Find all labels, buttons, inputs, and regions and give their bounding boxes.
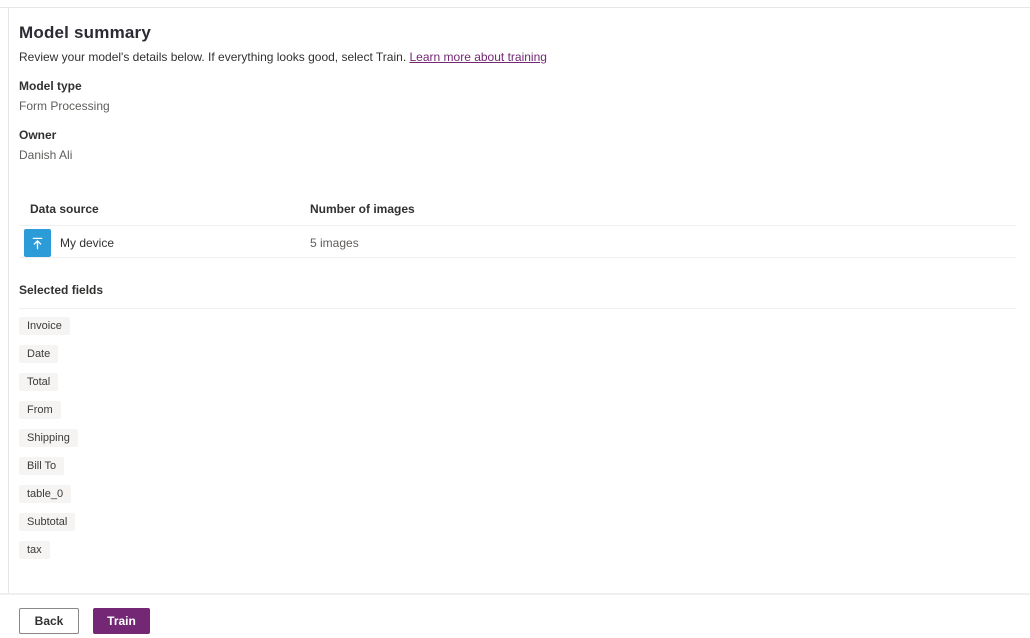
model-type-label: Model type bbox=[19, 79, 82, 93]
panel-left-border bbox=[8, 7, 9, 593]
field-tag: tax bbox=[19, 541, 50, 559]
owner-value: Danish Ali bbox=[19, 148, 73, 162]
table-row-divider bbox=[19, 257, 1016, 258]
selected-fields-divider bbox=[19, 308, 1016, 309]
table-row-image-count: 5 images bbox=[310, 236, 359, 250]
field-tag: Invoice bbox=[19, 317, 70, 335]
upload-icon bbox=[24, 229, 51, 257]
learn-more-link[interactable]: Learn more about training bbox=[410, 50, 547, 64]
back-button[interactable]: Back bbox=[19, 608, 79, 634]
panel-top-border bbox=[0, 7, 1030, 8]
selected-fields-list: Invoice Date Total From Shipping Bill To… bbox=[19, 317, 78, 559]
subtitle-text: Review your model's details below. If ev… bbox=[19, 50, 407, 64]
page-subtitle: Review your model's details below. If ev… bbox=[19, 50, 547, 64]
field-tag: table_0 bbox=[19, 485, 72, 503]
train-button[interactable]: Train bbox=[93, 608, 150, 634]
owner-block: Owner Danish Ali bbox=[19, 128, 72, 162]
model-type-value: Form Processing bbox=[19, 99, 110, 113]
model-type-block: Model type Form Processing bbox=[19, 79, 110, 113]
footer-divider bbox=[0, 593, 1030, 595]
page-title: Model summary bbox=[19, 23, 152, 42]
selected-fields-heading: Selected fields bbox=[19, 283, 104, 297]
owner-label: Owner bbox=[19, 128, 57, 142]
field-tag: From bbox=[19, 401, 61, 419]
field-tag: Date bbox=[19, 345, 59, 363]
field-tag: Subtotal bbox=[19, 513, 76, 531]
field-tag: Total bbox=[19, 373, 59, 391]
table-header-divider bbox=[19, 225, 1016, 226]
column-header-number-of-images: Number of images bbox=[310, 202, 415, 216]
table-row-source: My device bbox=[60, 236, 115, 250]
column-header-data-source: Data source bbox=[30, 202, 99, 216]
field-tag: Shipping bbox=[19, 429, 78, 447]
field-tag: Bill To bbox=[19, 457, 65, 475]
